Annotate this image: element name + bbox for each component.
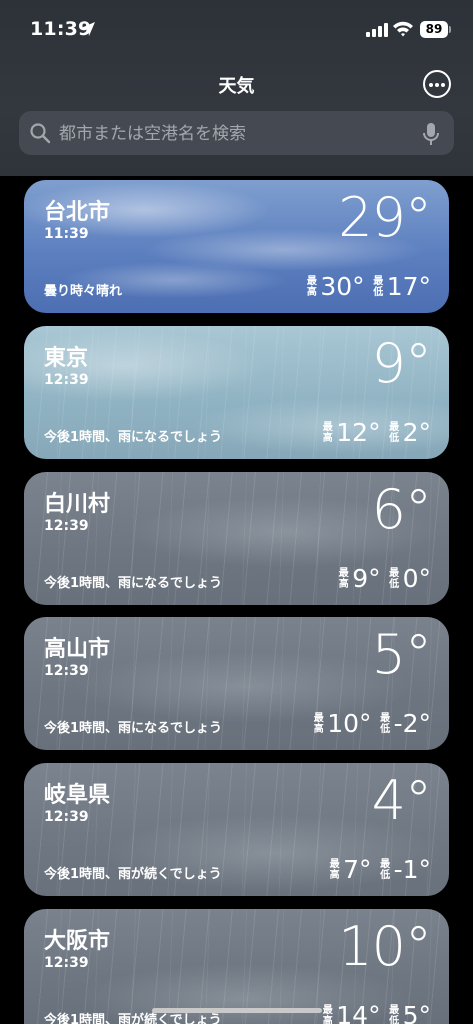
high-low: 最高 14° 最低 5° <box>322 1001 431 1024</box>
low-label: 最低 <box>389 567 400 590</box>
high-low: 最高 7° 最低 -1° <box>329 855 431 884</box>
microphone-icon[interactable] <box>423 122 439 146</box>
city-name: 白川村 <box>44 492 111 517</box>
local-time: 11:39 <box>44 226 89 242</box>
local-time: 12:39 <box>44 518 89 534</box>
high-temp: 10° <box>327 709 372 738</box>
more-options-button[interactable] <box>423 70 451 98</box>
battery-icon: 89 <box>420 21 448 38</box>
local-time: 12:39 <box>44 809 89 825</box>
page-title: 天気 <box>218 76 255 97</box>
condition-text: 今後1時間、雨になるでしょう <box>44 721 223 736</box>
current-temp: 10° <box>338 915 432 978</box>
cellular-signal-icon <box>366 23 388 37</box>
high-temp: 12° <box>336 418 381 447</box>
city-card-takayama[interactable]: 高山市 12:39 今後1時間、雨になるでしょう 5° 最高 10° 最低 -2… <box>24 617 449 750</box>
status-bar: 11:39 89 <box>0 0 473 60</box>
city-card-taipei[interactable]: 台北市 11:39 曇り時々晴れ 29° 最高 30° 最低 17° <box>24 180 449 313</box>
condition-text: 今後1時間、雨が続くでしょう <box>44 867 222 882</box>
local-time: 12:39 <box>44 372 89 388</box>
low-temp: -1° <box>393 855 431 884</box>
city-name: 東京 <box>44 346 89 371</box>
header-area: 11:39 89 天気 <box>0 0 473 176</box>
city-name: 岐阜県 <box>44 783 111 808</box>
high-temp: 9° <box>352 564 381 593</box>
high-label: 最高 <box>306 275 317 298</box>
high-label: 最高 <box>322 421 333 444</box>
search-bar[interactable] <box>19 111 454 157</box>
high-label: 最高 <box>322 1004 333 1024</box>
current-temp: 29° <box>338 186 432 249</box>
city-card-osaka[interactable]: 大阪市 12:39 今後1時間、雨が続くでしょう 10° 最高 14° 最低 5… <box>24 909 449 1024</box>
battery-tip <box>449 26 451 33</box>
low-label: 最低 <box>389 421 400 444</box>
current-temp: 6° <box>371 478 432 541</box>
high-low: 最高 10° 最低 -2° <box>313 709 431 738</box>
wifi-icon <box>393 21 413 37</box>
low-temp: 2° <box>402 418 431 447</box>
local-time: 12:39 <box>44 663 89 679</box>
search-input[interactable] <box>57 111 421 157</box>
city-name: 台北市 <box>44 200 111 225</box>
city-name: 大阪市 <box>44 929 111 954</box>
current-temp: 5° <box>371 623 432 686</box>
city-card-shirakawa[interactable]: 白川村 12:39 今後1時間、雨になるでしょう 6° 最高 9° 最低 0° <box>24 472 449 605</box>
low-label: 最低 <box>373 275 384 298</box>
high-low: 最高 9° 最低 0° <box>338 564 431 593</box>
current-temp: 9° <box>371 332 432 395</box>
city-card-tokyo[interactable]: 東京 12:39 今後1時間、雨になるでしょう 9° 最高 12° 最低 2° <box>24 326 449 459</box>
local-time: 12:39 <box>44 955 89 971</box>
low-label: 最低 <box>380 712 391 735</box>
condition-text: 曇り時々晴れ <box>44 284 123 299</box>
location-arrow-icon <box>81 22 95 36</box>
current-temp: 4° <box>371 769 432 832</box>
more-dot-icon <box>429 83 433 87</box>
low-label: 最低 <box>389 1004 400 1024</box>
low-temp: 0° <box>402 564 431 593</box>
city-card-gifu[interactable]: 岐阜県 12:39 今後1時間、雨が続くでしょう 4° 最高 7° 最低 -1° <box>24 763 449 896</box>
high-label: 最高 <box>329 858 340 881</box>
city-name: 高山市 <box>44 637 111 662</box>
low-temp: 17° <box>386 272 431 301</box>
high-temp: 14° <box>336 1001 381 1024</box>
low-label: 最低 <box>380 858 391 881</box>
high-label: 最高 <box>338 567 349 590</box>
high-temp: 7° <box>343 855 372 884</box>
high-low: 最高 12° 最低 2° <box>322 418 431 447</box>
low-temp: -2° <box>393 709 431 738</box>
home-indicator[interactable] <box>152 1008 322 1013</box>
high-temp: 30° <box>320 272 365 301</box>
low-temp: 5° <box>402 1001 431 1024</box>
more-dot-icon <box>435 83 439 87</box>
high-low: 最高 30° 最低 17° <box>306 272 431 301</box>
more-dot-icon <box>441 83 445 87</box>
high-label: 最高 <box>313 712 324 735</box>
condition-text: 今後1時間、雨になるでしょう <box>44 576 223 591</box>
condition-text: 今後1時間、雨になるでしょう <box>44 430 223 445</box>
search-icon <box>30 123 51 144</box>
